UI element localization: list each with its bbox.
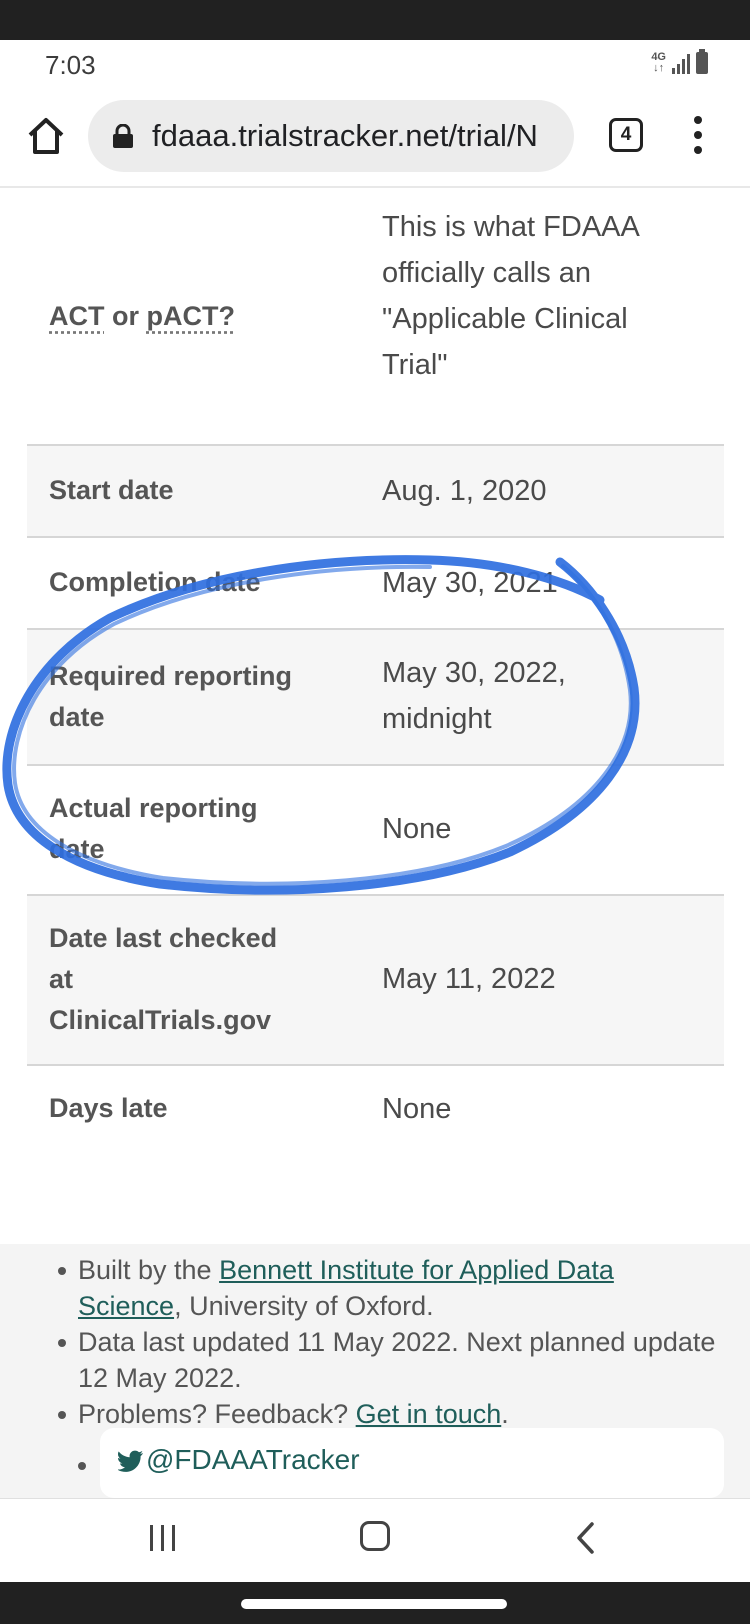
date-checked-value: May 11, 2022 bbox=[382, 963, 556, 995]
list-item: Data last updated 11 May 2022. Next plan… bbox=[58, 1324, 718, 1396]
home-button[interactable] bbox=[24, 114, 68, 158]
table-row: Date last checked at ClinicalTrials.gov … bbox=[27, 896, 724, 1066]
act-label: ACT or pACT? bbox=[49, 301, 235, 331]
browser-toolbar: fdaaa.trialstracker.net/trial/N 4 bbox=[0, 90, 750, 188]
trial-details-table: ACT or pACT? This is what FDAAA official… bbox=[27, 190, 724, 1156]
battery-icon bbox=[696, 49, 708, 74]
network-type-icon: 4G ↓↑ bbox=[651, 51, 666, 74]
required-reporting-value: May 30, 2022, midnight bbox=[382, 657, 566, 735]
completion-date-label: Completion date bbox=[49, 567, 261, 597]
system-icons: 4G ↓↑ bbox=[651, 49, 708, 74]
status-time: 7:03 bbox=[45, 50, 96, 80]
url-text[interactable]: fdaaa.trialstracker.net/trial/N bbox=[152, 118, 538, 154]
twitter-handle[interactable]: @FDAAATracker bbox=[146, 1444, 360, 1476]
actual-reporting-value: None bbox=[382, 813, 452, 845]
lock-icon bbox=[113, 124, 133, 148]
list-item: Built by the Bennett Institute for Appli… bbox=[58, 1252, 718, 1324]
act-abbr[interactable]: ACT bbox=[49, 301, 105, 331]
get-in-touch-link[interactable]: Get in touch bbox=[356, 1399, 502, 1429]
list-item: Problems? Feedback? Get in touch. bbox=[58, 1396, 718, 1432]
gesture-handle[interactable] bbox=[241, 1599, 507, 1609]
table-row: Start date Aug. 1, 2020 bbox=[27, 446, 724, 538]
tab-switcher-button[interactable]: 4 bbox=[609, 118, 643, 152]
act-value: This is what FDAAA officially calls an "… bbox=[382, 211, 639, 381]
pact-abbr[interactable]: pACT? bbox=[147, 301, 235, 331]
required-reporting-label: Required reporting date bbox=[49, 661, 293, 732]
table-row: Actual reporting date None bbox=[27, 766, 724, 896]
home-icon bbox=[28, 118, 64, 154]
table-row: Days late None bbox=[27, 1066, 724, 1156]
status-bar: 7:03 4G ↓↑ bbox=[0, 40, 750, 90]
recent-apps-icon[interactable] bbox=[150, 1525, 175, 1551]
start-date-value: Aug. 1, 2020 bbox=[382, 475, 547, 507]
table-row: Completion date May 30, 2021 bbox=[27, 538, 724, 630]
twitter-bird-icon bbox=[118, 1450, 143, 1472]
days-late-value: None bbox=[382, 1093, 452, 1125]
top-frame bbox=[0, 0, 750, 40]
home-nav-icon[interactable] bbox=[360, 1521, 390, 1551]
start-date-label: Start date bbox=[49, 475, 174, 505]
table-row: Required reporting date May 30, 2022, mi… bbox=[27, 630, 724, 766]
table-row: ACT or pACT? This is what FDAAA official… bbox=[27, 190, 724, 446]
list-bullet bbox=[78, 1462, 86, 1470]
system-navigation-bar bbox=[0, 1498, 750, 1582]
days-late-label: Days late bbox=[49, 1093, 168, 1123]
completion-date-value: May 30, 2021 bbox=[382, 567, 558, 599]
date-checked-label: Date last checked at ClinicalTrials.gov bbox=[49, 923, 278, 1035]
actual-reporting-label: Actual reporting date bbox=[49, 793, 258, 864]
footer-list: Built by the Bennett Institute for Appli… bbox=[58, 1252, 718, 1432]
address-bar[interactable]: fdaaa.trialstracker.net/trial/N bbox=[88, 100, 574, 172]
more-menu-icon[interactable] bbox=[686, 116, 710, 156]
back-icon[interactable] bbox=[574, 1521, 598, 1555]
twitter-link[interactable]: @FDAAATracker bbox=[100, 1428, 724, 1498]
signal-icon bbox=[672, 54, 690, 74]
